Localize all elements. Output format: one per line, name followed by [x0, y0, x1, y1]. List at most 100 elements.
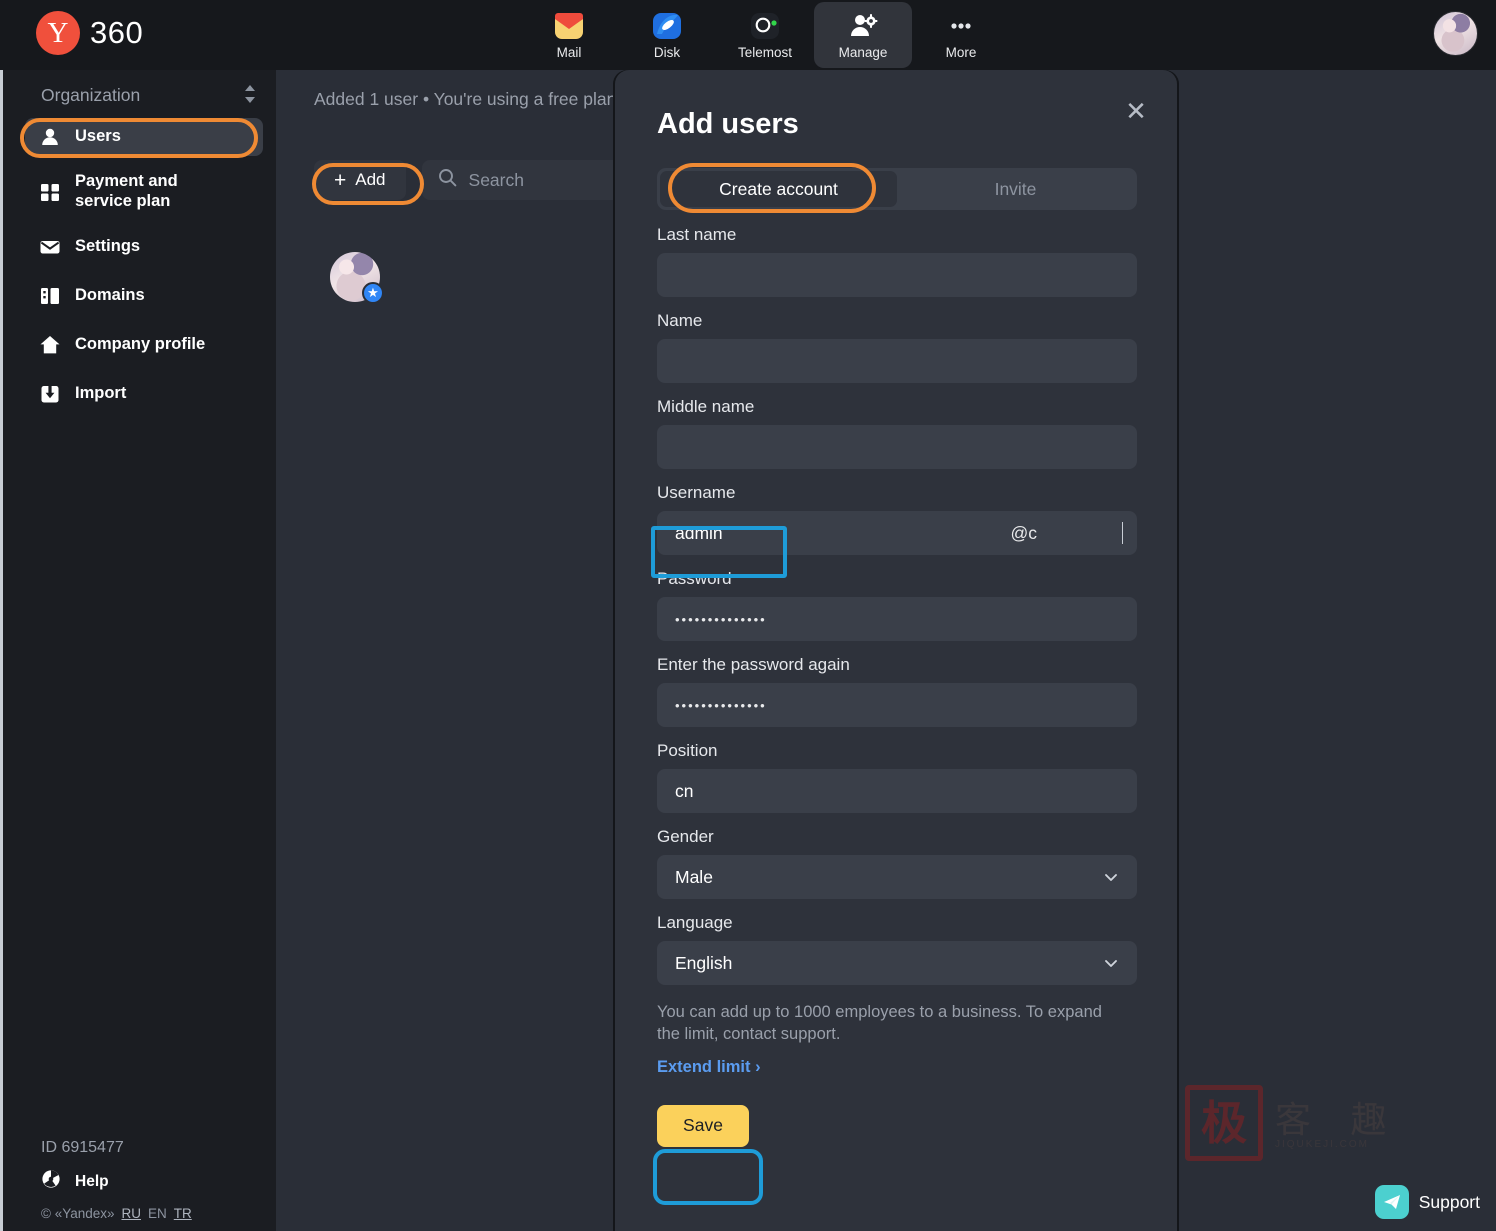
gender-select-value: Male [675, 866, 713, 887]
copyright-text: © «Yandex» [41, 1206, 115, 1221]
service-more-label: More [945, 45, 977, 60]
telemost-icon [749, 10, 781, 42]
star-badge-icon: ★ [362, 282, 384, 304]
sidebar: Organization Users Payment and service p… [0, 70, 276, 1231]
lang-en[interactable]: EN [148, 1206, 167, 1221]
username-field[interactable]: admin [657, 511, 1137, 555]
create-account-form: Last name Name Middle name Username admi… [657, 225, 1137, 1147]
language-select[interactable]: English [657, 941, 1137, 985]
sidebar-nav: Users Payment and service plan Settings … [25, 118, 263, 424]
list-item[interactable]: ★ [330, 252, 384, 304]
plan-notice: Added 1 user • You're using a free plan [314, 89, 617, 109]
sidebar-item-settings[interactable]: Settings [25, 228, 263, 266]
import-icon [39, 383, 61, 405]
lang-tr[interactable]: TR [174, 1206, 192, 1221]
field-name: Name [657, 311, 1137, 383]
sidebar-item-settings-label: Settings [75, 237, 141, 256]
copyright-row: © «Yandex» RU EN TR [41, 1206, 261, 1221]
sidebar-item-payment[interactable]: Payment and service plan [25, 167, 263, 217]
tab-create-account[interactable]: Create account [660, 171, 897, 207]
help-label: Help [75, 1172, 109, 1190]
organization-id: ID 6915477 [41, 1139, 124, 1156]
organization-label: Organization [41, 84, 141, 105]
service-disk-label: Disk [653, 45, 681, 60]
name-field[interactable] [657, 339, 1137, 383]
field-position-label: Position [657, 741, 718, 760]
brand-name: 360 [90, 15, 144, 50]
lang-ru[interactable]: RU [122, 1206, 142, 1221]
sidebar-item-import-label: Import [75, 384, 127, 403]
field-password-confirm: Enter the password again •••••••••••••• [657, 655, 1137, 727]
service-manage[interactable]: Manage [814, 2, 912, 68]
top-bar: Y 360 Mail Disk Telemost Manage More [0, 0, 1496, 70]
field-username-label: Username [657, 483, 736, 502]
close-icon[interactable]: ✕ [1121, 96, 1151, 126]
grid-icon [39, 181, 61, 203]
chevron-down-icon [1103, 869, 1119, 885]
middle-name-field[interactable] [657, 425, 1137, 469]
service-telemost[interactable]: Telemost [716, 2, 814, 68]
text-caret [1122, 522, 1123, 544]
watermark-title: 客 趣 [1275, 1100, 1401, 1141]
field-last-name-label: Last name [657, 225, 737, 244]
search-placeholder: Search [468, 169, 524, 190]
service-manage-label: Manage [838, 45, 888, 60]
field-language-label: Language [657, 913, 733, 932]
help-link[interactable]: Help [41, 1169, 261, 1194]
add-user-button-label: Add [355, 170, 386, 189]
sidebar-item-users-label: Users [75, 127, 121, 146]
person-icon [39, 126, 61, 148]
service-mail[interactable]: Mail [520, 2, 618, 68]
gender-select[interactable]: Male [657, 855, 1137, 899]
field-middle-name: Middle name [657, 397, 1137, 469]
sidebar-item-import[interactable]: Import [25, 375, 263, 413]
add-user-button[interactable]: + Add [314, 160, 406, 200]
telegram-icon [1374, 1185, 1409, 1219]
field-gender: Gender Male [657, 827, 1137, 899]
password-confirm-field[interactable]: •••••••••••••• [657, 683, 1137, 727]
field-gender-label: Gender [657, 827, 714, 846]
last-name-field[interactable] [657, 253, 1137, 297]
service-mail-label: Mail [556, 45, 582, 60]
sidebar-item-users[interactable]: Users [25, 118, 263, 156]
save-button[interactable]: Save [657, 1104, 749, 1147]
manage-icon [847, 10, 879, 42]
service-more[interactable]: More [912, 2, 1010, 68]
extend-limit-label: Extend limit [657, 1057, 751, 1076]
sidebar-item-company-profile-label: Company profile [75, 335, 206, 354]
chevron-down-icon [1103, 955, 1119, 971]
plus-icon: + [334, 168, 347, 192]
password-field[interactable]: •••••••••••••• [657, 597, 1137, 641]
tab-invite[interactable]: Invite [897, 171, 1134, 207]
home-icon [39, 334, 61, 356]
watermark-subtitle: JIQUKEJI.COM [1275, 1139, 1370, 1150]
watermark-seal: 极 [1185, 1085, 1263, 1161]
extend-limit-link[interactable]: Extend limit › [657, 1058, 761, 1077]
extend-limit-row: Extend limit › [657, 1046, 1137, 1077]
position-field[interactable]: cn [657, 769, 1137, 813]
sidebar-item-payment-label: Payment and service plan [75, 172, 178, 210]
brand-logo[interactable]: Y 360 [36, 11, 143, 55]
yandex-y-icon: Y [36, 11, 80, 55]
field-password-confirm-label: Enter the password again [657, 655, 850, 674]
help-icon [41, 1169, 61, 1194]
page-title: Add users [657, 108, 799, 140]
field-last-name: Last name [657, 225, 1137, 297]
field-password-label: Password [657, 569, 732, 588]
sidebar-item-domains-label: Domains [75, 286, 145, 305]
sidebar-item-company-profile[interactable]: Company profile [25, 326, 263, 364]
field-position: Position cn [657, 741, 1137, 813]
organization-selector[interactable]: Organization [41, 78, 257, 112]
service-telemost-label: Telemost [737, 45, 793, 60]
search-icon [438, 168, 457, 192]
username-row: admin @c [657, 511, 1137, 555]
avatar[interactable] [1433, 11, 1478, 56]
chevron-updown-icon [243, 83, 257, 107]
service-switcher: Mail Disk Telemost Manage More [520, 0, 1010, 70]
field-password: Password •••••••••••••• [657, 569, 1137, 641]
sidebar-item-domains[interactable]: Domains [25, 277, 263, 315]
service-disk[interactable]: Disk [618, 2, 716, 68]
support-button[interactable]: Support [1374, 1185, 1480, 1219]
watermark: 极 客 趣 JIQUKEJI.COM [1185, 1085, 1417, 1161]
app-root: Y 360 Mail Disk Telemost Manage More Org… [0, 0, 1496, 1231]
